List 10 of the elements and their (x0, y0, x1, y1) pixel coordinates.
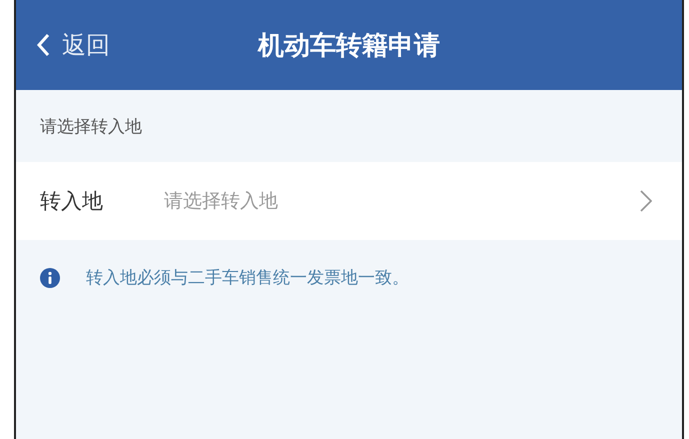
page-title: 机动车转籍申请 (258, 30, 440, 62)
info-icon (40, 268, 60, 288)
destination-selector[interactable]: 转入地 请选择转入地 (16, 162, 682, 240)
field-label: 转入地 (40, 188, 104, 215)
section-title: 请选择转入地 (40, 116, 142, 138)
chevron-right-icon (640, 190, 652, 212)
back-icon (36, 33, 50, 57)
field-placeholder: 请选择转入地 (164, 189, 279, 214)
notice-text: 转入地必须与二手车销售统一发票地一致。 (86, 267, 409, 289)
back-button[interactable]: 返回 (16, 29, 110, 61)
